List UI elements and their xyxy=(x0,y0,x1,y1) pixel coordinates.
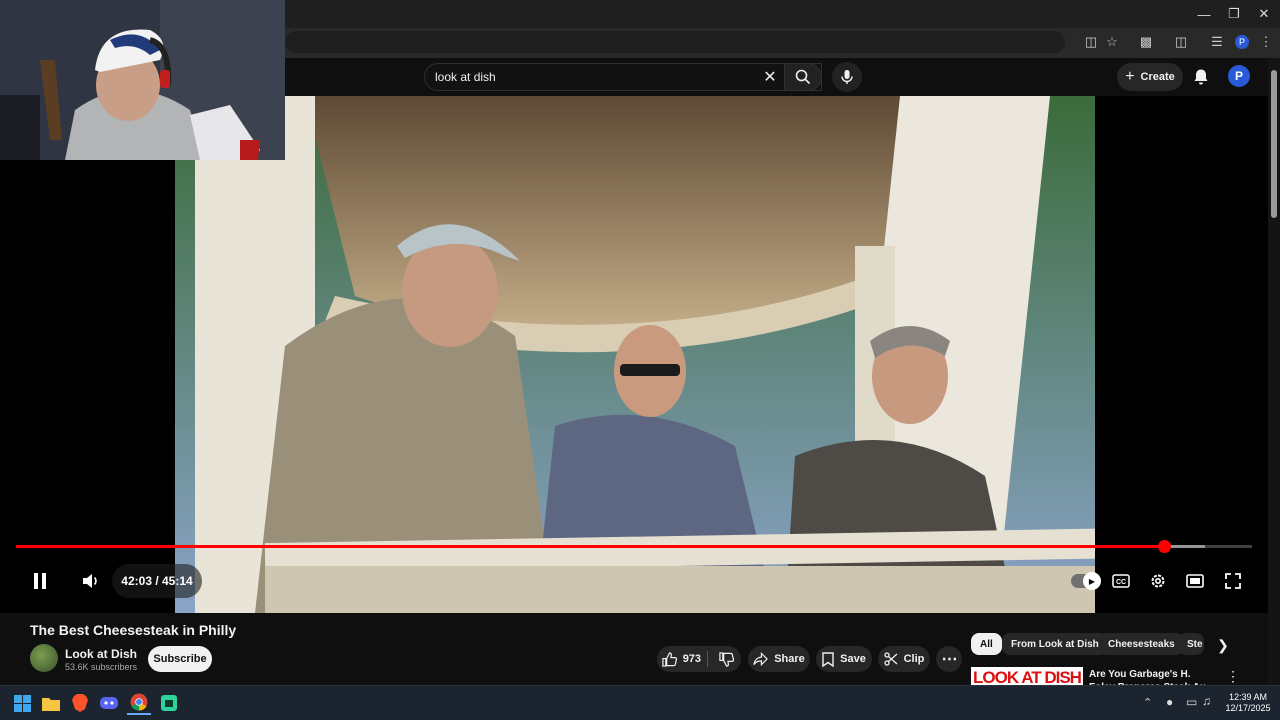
chip-cheesesteaks[interactable]: Cheesesteaks xyxy=(1099,633,1184,655)
search-input[interactable] xyxy=(435,70,755,84)
chrome-icon[interactable] xyxy=(127,691,151,715)
address-bar[interactable] xyxy=(285,31,1065,53)
notifications-button[interactable] xyxy=(1190,65,1212,89)
save-button[interactable]: Save xyxy=(816,646,872,672)
subscriber-count: 53.6K subscribers xyxy=(65,662,138,672)
time-display: 42:03 / 45:14 xyxy=(112,564,202,598)
channel-avatar[interactable] xyxy=(30,644,58,672)
taskbar-clock[interactable]: 12:39 AM 12/17/2025 xyxy=(1222,692,1274,714)
windows-taskbar xyxy=(0,685,1280,720)
extensions-icon[interactable]: ▩ xyxy=(1135,32,1157,52)
autoplay-toggle[interactable]: ▶ xyxy=(1070,566,1101,596)
clip-button[interactable]: Clip xyxy=(878,646,930,672)
tray-mic-icon[interactable]: ● xyxy=(1166,695,1173,709)
maximize-icon[interactable]: ❐ xyxy=(1218,0,1250,28)
more-actions-button[interactable]: ⋯ xyxy=(936,646,962,672)
save-icon xyxy=(822,651,834,667)
video-title: The Best Cheesesteak in Philly xyxy=(30,622,237,638)
chip-all[interactable]: All xyxy=(971,633,1002,655)
pause-icon xyxy=(34,573,46,589)
recommendation-thumbnail[interactable]: LOOK AT DISH xyxy=(971,667,1083,687)
speaker-icon[interactable]: ♫ xyxy=(1202,694,1211,708)
search-button[interactable] xyxy=(784,63,822,91)
file-explorer-icon[interactable] xyxy=(39,691,63,715)
share-label: Share xyxy=(774,653,805,665)
mic-icon xyxy=(841,70,853,84)
app-icon[interactable] xyxy=(157,691,181,715)
more-icon: ⋯ xyxy=(941,651,958,668)
chip-from-channel[interactable]: From Look at Dish xyxy=(1002,633,1108,655)
video-scene xyxy=(175,96,1095,613)
share-icon xyxy=(753,652,769,666)
create-label: Create xyxy=(1140,71,1175,83)
progress-played xyxy=(16,545,1165,548)
theater-mode-button[interactable] xyxy=(1182,566,1208,596)
settings-button[interactable] xyxy=(1145,566,1171,596)
subscribe-button[interactable]: Subscribe xyxy=(148,646,212,672)
volume-button[interactable] xyxy=(78,566,104,596)
bookmark-star-icon[interactable]: ☆ xyxy=(1101,32,1123,52)
save-label: Save xyxy=(840,653,866,665)
network-icon[interactable]: ▭ xyxy=(1186,695,1197,709)
clock-date: 12/17/2025 xyxy=(1225,703,1271,713)
chip-partial[interactable]: Ste xyxy=(1178,633,1204,655)
volume-icon xyxy=(83,574,97,588)
recommendation-menu-icon[interactable]: ⋮ xyxy=(1226,668,1240,684)
account-avatar[interactable]: P xyxy=(1228,65,1250,87)
channel-name[interactable]: Look at Dish xyxy=(65,647,137,661)
scrollbar-thumb[interactable] xyxy=(1271,70,1277,218)
clear-search-icon[interactable]: ✕ xyxy=(760,66,780,88)
svg-text:CC: CC xyxy=(1116,579,1126,586)
profile-avatar: P xyxy=(1235,35,1249,49)
search-icon xyxy=(795,69,811,85)
fullscreen-icon xyxy=(1225,573,1241,589)
close-icon[interactable]: ✕ xyxy=(1248,0,1280,28)
theater-icon xyxy=(1186,574,1204,588)
bell-icon xyxy=(1194,69,1208,85)
discord-icon[interactable] xyxy=(97,691,121,715)
voice-search-button[interactable] xyxy=(832,62,862,92)
play-small-icon: ▶ xyxy=(1083,572,1101,590)
like-button[interactable]: 973 xyxy=(657,651,706,667)
brave-browser-icon[interactable] xyxy=(68,691,92,715)
create-button[interactable]: + Create xyxy=(1117,63,1183,91)
like-divider xyxy=(707,651,708,667)
minimize-icon[interactable]: — xyxy=(1188,0,1220,28)
plus-icon: + xyxy=(1125,68,1135,85)
share-button[interactable]: Share xyxy=(748,646,810,672)
thumbs-down-icon xyxy=(719,651,734,667)
webcam-scene xyxy=(0,0,285,160)
settings-icon xyxy=(1151,574,1165,588)
sidepanel-icon[interactable]: ◫ xyxy=(1170,32,1192,52)
clip-label: Clip xyxy=(903,653,925,665)
browser-menu-icon[interactable]: ⋮ xyxy=(1255,32,1277,52)
like-dislike-group: 973 xyxy=(657,646,741,672)
dislike-button[interactable] xyxy=(712,651,741,667)
autoplay-track: ▶ xyxy=(1071,572,1101,590)
start-button[interactable] xyxy=(10,691,34,715)
pause-button[interactable] xyxy=(26,566,54,596)
captions-icon: CC xyxy=(1112,574,1130,588)
tray-chevron-icon[interactable]: ⌃ xyxy=(1143,696,1152,709)
fullscreen-button[interactable] xyxy=(1220,566,1246,596)
media-icon[interactable]: ☰ xyxy=(1206,32,1228,52)
chevron-right-icon[interactable]: ❯ xyxy=(1214,636,1232,654)
video-frame[interactable] xyxy=(175,96,1095,613)
install-icon[interactable]: ◫ xyxy=(1080,32,1102,52)
windows-logo-icon xyxy=(13,694,31,712)
thumbs-up-icon xyxy=(662,651,677,667)
profile-icon[interactable]: P xyxy=(1231,32,1253,52)
like-count: 973 xyxy=(682,653,702,665)
clock-time: 12:39 AM xyxy=(1228,692,1268,702)
webcam-overlay xyxy=(0,0,285,160)
captions-button[interactable]: CC xyxy=(1108,566,1134,596)
clip-icon xyxy=(883,652,898,666)
